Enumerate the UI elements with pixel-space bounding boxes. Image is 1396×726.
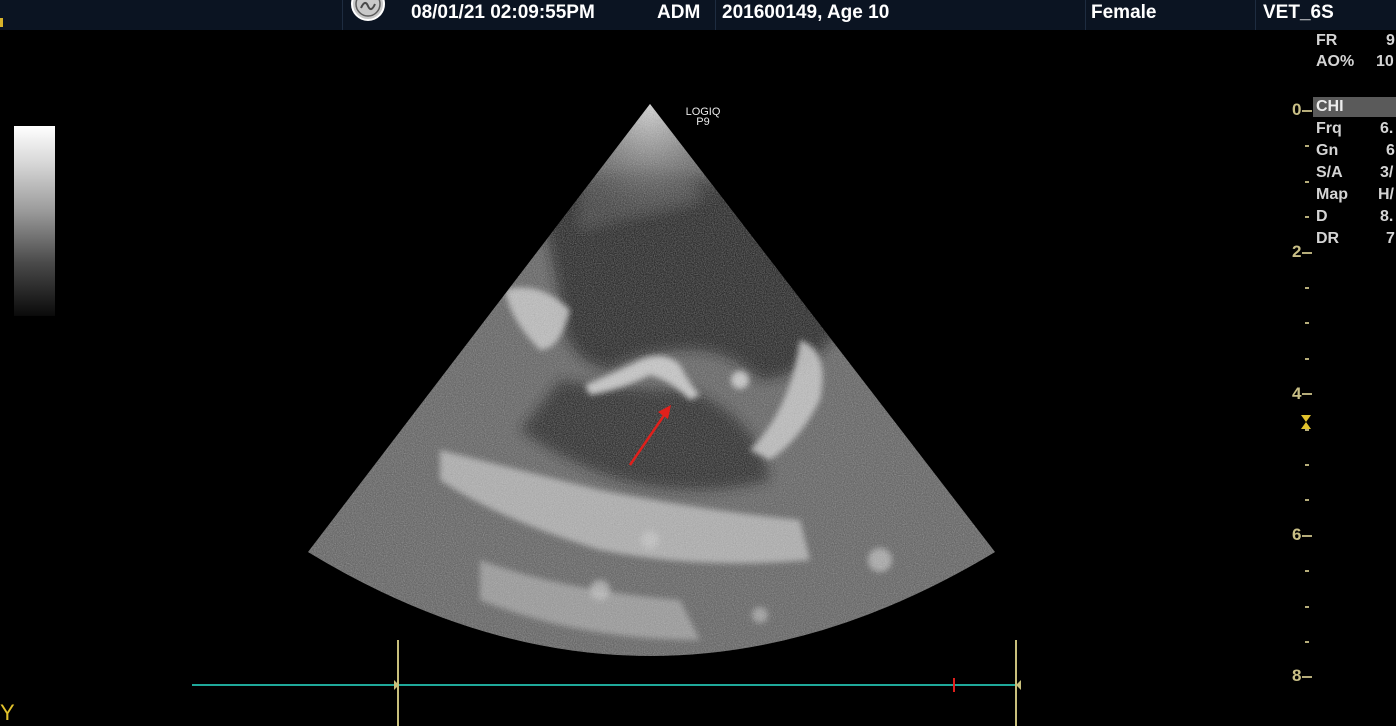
depth-major-tick bbox=[1302, 393, 1312, 396]
param-label-fr: FR bbox=[1316, 32, 1338, 49]
param-label-map: Map bbox=[1316, 186, 1348, 203]
depth-minor-tick bbox=[1305, 499, 1309, 502]
depth-minor-tick bbox=[1305, 641, 1309, 643]
param-label-sa: S/A bbox=[1316, 164, 1343, 181]
depth-minor-tick bbox=[1305, 145, 1309, 148]
depth-label-4: 4 bbox=[1292, 384, 1302, 403]
param-value-map: H/ bbox=[1378, 186, 1394, 203]
param-label-dr: DR bbox=[1316, 230, 1340, 247]
depth-major-tick bbox=[1302, 251, 1312, 254]
param-value-frq: 6. bbox=[1380, 120, 1394, 137]
depth-minor-tick bbox=[1305, 464, 1309, 466]
depth-minor-tick bbox=[1305, 287, 1309, 289]
param-value-d: 8. bbox=[1380, 208, 1394, 225]
depth-minor-tick bbox=[1305, 357, 1309, 360]
probe-label: LOGIQ P9 bbox=[682, 107, 724, 128]
depth-minor-tick bbox=[1305, 322, 1309, 325]
param-value-gn: 6 bbox=[1386, 142, 1395, 159]
depth-minor-tick bbox=[1305, 605, 1309, 608]
mode-label: CHI bbox=[1316, 98, 1344, 115]
param-value-sa: 3/ bbox=[1380, 164, 1394, 181]
param-label-gn: Gn bbox=[1316, 142, 1339, 159]
param-value-dr: 7 bbox=[1386, 230, 1395, 247]
depth-minor-tick bbox=[1305, 216, 1309, 219]
param-value-ao: 10 bbox=[1376, 53, 1394, 70]
probe-model: P9 bbox=[696, 116, 710, 128]
depth-label-6: 6 bbox=[1292, 525, 1302, 544]
depth-minor-tick bbox=[1305, 570, 1309, 573]
depth-label-8: 8 bbox=[1292, 666, 1302, 685]
focus-marker-icon[interactable] bbox=[1300, 414, 1312, 430]
depth-major-tick bbox=[1302, 534, 1312, 537]
param-label-frq: Frq bbox=[1316, 120, 1342, 137]
param-label-d: D bbox=[1316, 208, 1328, 225]
param-value-fr: 9 bbox=[1386, 32, 1395, 49]
sector-content bbox=[308, 104, 995, 656]
depth-minor-tick bbox=[1305, 180, 1309, 183]
depth-major-tick bbox=[1302, 676, 1312, 679]
param-label-ao: AO% bbox=[1316, 53, 1355, 70]
depth-major-tick bbox=[1302, 110, 1312, 112]
depth-label-0: 0 bbox=[1292, 100, 1302, 119]
depth-label-2: 2 bbox=[1292, 242, 1302, 261]
